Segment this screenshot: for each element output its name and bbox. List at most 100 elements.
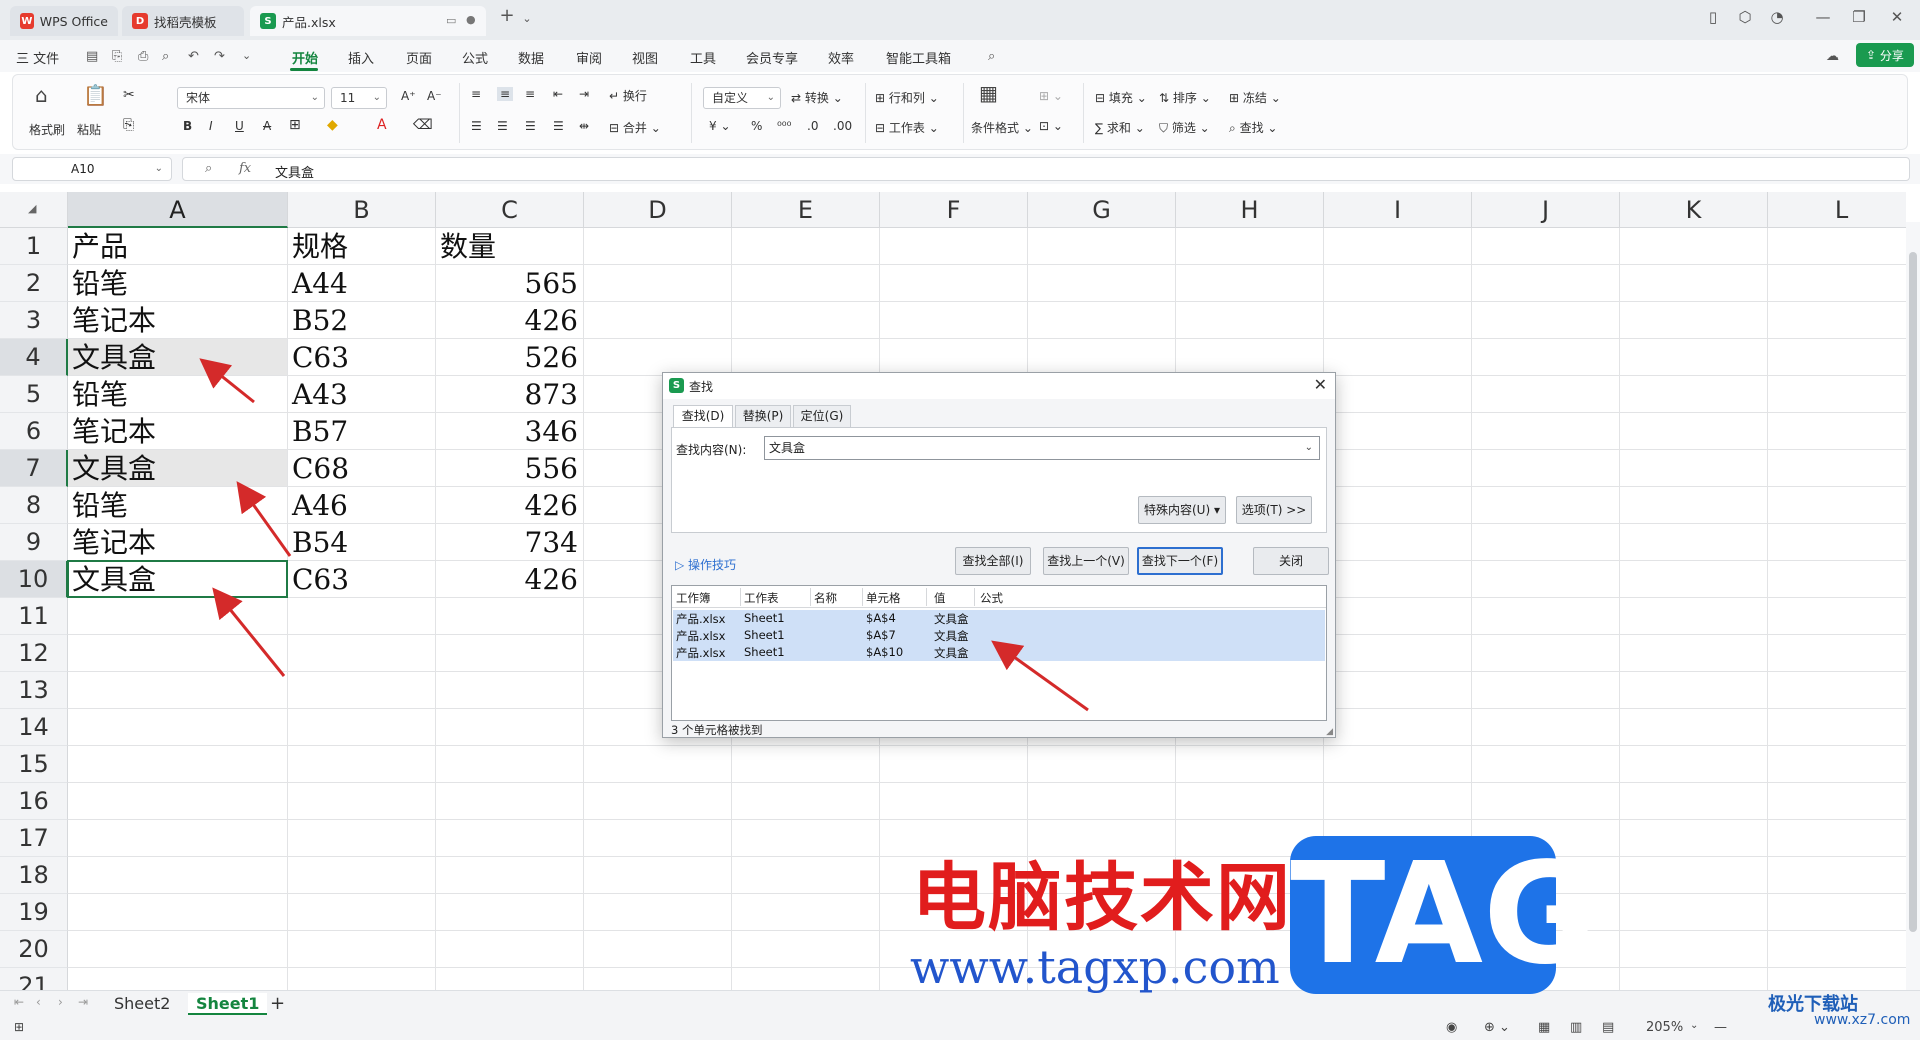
column-header-h[interactable]: H [1176,192,1324,228]
header-formula[interactable]: 公式 [980,590,1003,606]
cell[interactable]: 笔记本 [68,413,288,450]
row-header-20[interactable]: 20 [0,931,68,968]
normal-view-icon[interactable]: ▦ [1538,1020,1550,1035]
cell-border-icon[interactable]: ⊡ ⌄ [1039,119,1063,133]
cell[interactable]: 346 [436,413,584,450]
menu-review[interactable]: 审阅 [576,48,602,67]
wrap-text-button[interactable]: ↵ 换行 [609,87,647,104]
border-icon[interactable]: ⊞ [289,117,301,133]
resize-grip-icon[interactable]: ◢ [1326,727,1333,737]
cell[interactable]: 426 [436,561,584,598]
row-header-9[interactable]: 9 [0,524,68,561]
row-header-18[interactable]: 18 [0,857,68,894]
vertical-scrollbar[interactable] [1906,222,1920,990]
options-button[interactable]: 选项(T) >> [1236,496,1312,524]
cell[interactable]: 565 [436,265,584,302]
cell[interactable]: 文具盒 [68,450,288,487]
close-icon[interactable]: ✕ [1314,375,1327,394]
increase-decimal-icon[interactable]: .0 [807,119,818,133]
file-menu[interactable]: 三 文件 [16,48,59,67]
prev-sheet-icon[interactable]: ‹ [36,995,41,1009]
font-color-icon[interactable]: A [377,117,387,133]
cell[interactable]: C63 [288,561,436,598]
paste-button[interactable]: 粘贴 [77,121,101,138]
special-content-button[interactable]: 特殊内容(U) ▾ [1138,496,1226,524]
chevron-down-icon[interactable]: ⌄ [514,12,540,25]
distributed-icon[interactable]: ⇹ [579,119,589,133]
row-header-7[interactable]: 7 [0,450,68,487]
cell[interactable]: B54 [288,524,436,561]
percent-icon[interactable]: % [751,119,762,133]
column-header-d[interactable]: D [584,192,732,228]
cell[interactable]: 笔记本 [68,524,288,561]
column-header-k[interactable]: K [1620,192,1768,228]
row-header-14[interactable]: 14 [0,709,68,746]
row-header-12[interactable]: 12 [0,635,68,672]
name-box[interactable]: A10 ⌄ [12,157,172,181]
header-value[interactable]: 值 [934,590,946,606]
tab-replace[interactable]: 替换(P) [735,405,791,427]
column-header-i[interactable]: I [1324,192,1472,228]
select-all-corner[interactable]: ◢ [0,192,68,228]
italic-icon[interactable]: I [209,119,213,133]
cell[interactable]: 426 [436,302,584,339]
add-sheet-icon[interactable]: + [270,993,285,1015]
cut-icon[interactable]: ✂ [123,87,135,103]
worksheet-button[interactable]: ⊟ 工作表 ⌄ [875,119,939,136]
cell[interactable]: C63 [288,339,436,376]
cloud-icon[interactable]: ☁ [1826,49,1839,64]
column-header-b[interactable]: B [288,192,436,228]
row-header-19[interactable]: 19 [0,894,68,931]
cell[interactable]: 铅笔 [68,265,288,302]
cell[interactable]: 铅笔 [68,487,288,524]
cell[interactable]: 873 [436,376,584,413]
cell[interactable]: A43 [288,376,436,413]
format-painter-icon[interactable]: ⌂ [35,83,48,107]
increase-font-icon[interactable]: A⁺ [401,89,416,103]
number-format-select[interactable]: 自定义 ⌄ [703,87,781,109]
row-header-5[interactable]: 5 [0,376,68,413]
scrollbar-thumb[interactable] [1909,252,1917,932]
fill-button[interactable]: ⊟ 填充 ⌄ [1095,89,1147,106]
menu-insert[interactable]: 插入 [348,48,374,67]
align-middle-icon[interactable]: ≡ [497,87,514,101]
cell[interactable]: C68 [288,450,436,487]
header-worksheet[interactable]: 工作表 [744,590,779,606]
row-header-4[interactable]: 4 [0,339,68,376]
last-sheet-icon[interactable]: ⇥ [78,995,88,1009]
align-top-icon[interactable]: ≡ [471,87,481,101]
cell[interactable]: 426 [436,487,584,524]
undo-icon[interactable]: ↶ [188,49,199,64]
underline-icon[interactable]: U [235,119,244,133]
row-header-10[interactable]: 10 [0,561,68,598]
row-header-17[interactable]: 17 [0,820,68,857]
redo-icon[interactable]: ↷ [214,49,225,64]
tab-product-xlsx[interactable]: S 产品.xlsx ▭ ● [250,6,486,36]
menu-page[interactable]: 页面 [406,48,432,67]
fill-color-icon[interactable]: ◆ [327,117,338,133]
export-icon[interactable]: ⎘ [112,49,122,64]
find-next-button[interactable]: 查找下一个(F) [1137,547,1223,575]
column-header-g[interactable]: G [1028,192,1176,228]
tab-find[interactable]: 查找(D) [673,405,733,428]
print-icon[interactable]: ⎙ [138,49,148,64]
cell[interactable]: 556 [436,450,584,487]
column-header-a[interactable]: A [68,192,288,228]
row-header-2[interactable]: 2 [0,265,68,302]
column-header-l[interactable]: L [1768,192,1906,228]
view-mode-icon[interactable]: ⊕ ⌄ [1484,1020,1510,1035]
close-window-icon[interactable]: ✕ [1884,8,1910,26]
font-name-select[interactable]: 宋体 ⌄ [177,87,325,109]
macro-icon[interactable]: ⊞ [14,1020,24,1034]
menu-view[interactable]: 视图 [632,48,658,67]
preview-icon[interactable]: ⌕ [162,49,169,64]
page-layout-icon[interactable]: ▥ [1570,1020,1582,1035]
row-header-6[interactable]: 6 [0,413,68,450]
clear-format-icon[interactable]: ⌫ [413,117,433,133]
menu-efficiency[interactable]: 效率 [828,48,854,67]
save-icon[interactable]: ▤ [86,49,98,64]
align-center-icon[interactable]: ☰ [497,119,508,133]
copy-icon[interactable]: ⎘ [123,117,134,133]
cell-style-icon[interactable]: ⊞ ⌄ [1039,89,1063,103]
find-all-button[interactable]: 查找全部(I) [955,547,1031,575]
